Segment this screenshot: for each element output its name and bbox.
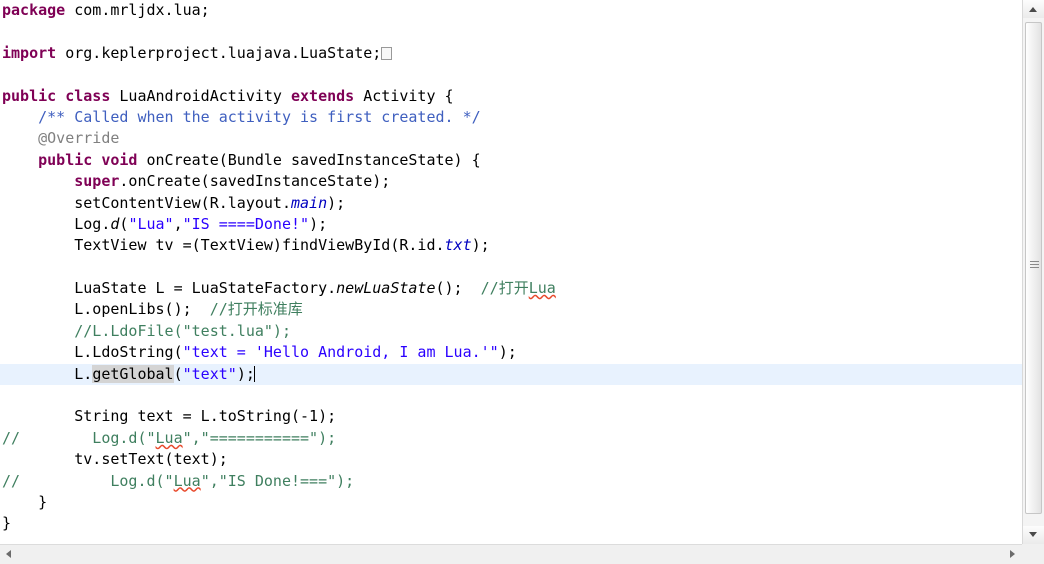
code-token: // Log.d("	[2, 428, 156, 447]
scroll-down-arrow-icon[interactable]	[1023, 526, 1044, 544]
code-token: );	[236, 364, 255, 383]
code-line[interactable]: public void onCreate(Bundle savedInstanc…	[0, 150, 1022, 171]
code-token: tv.setText(text);	[2, 450, 228, 469]
code-token: /** Called when the activity is first cr…	[2, 107, 481, 126]
code-line[interactable]: @Override	[0, 128, 1022, 149]
code-line[interactable]: //L.LdoFile("test.lua");	[0, 321, 1022, 342]
code-line[interactable]: }	[0, 492, 1022, 513]
code-token: package	[2, 1, 75, 19]
code-token: // Log.d("	[2, 471, 174, 490]
code-token: .onCreate(savedInstanceState);	[119, 172, 391, 191]
code-token: (	[173, 364, 183, 383]
code-token: L.	[2, 364, 93, 383]
code-token: Activity {	[363, 86, 454, 105]
scrollbar-corner	[1022, 544, 1044, 564]
code-token: ,	[173, 214, 183, 233]
code-token: );	[327, 193, 346, 212]
code-token: com.mrljdx.lua;	[74, 1, 210, 19]
code-token: TextView tv =(TextView)findViewById(R.id…	[2, 236, 445, 255]
code-line[interactable]: Log.d("Lua","IS ====Done!");	[0, 214, 1022, 235]
code-line[interactable]: L.getGlobal("text");	[0, 363, 1022, 386]
code-token: ","===========");	[182, 428, 337, 447]
code-line[interactable]: L.openLibs(); //打开标准库	[0, 299, 1022, 320]
code-token: super	[74, 172, 120, 191]
folded-code-placeholder[interactable]	[381, 46, 393, 60]
code-line[interactable]: /** Called when the activity is first cr…	[0, 107, 1022, 128]
vertical-scroll-thumb[interactable]	[1025, 22, 1042, 514]
code-token: );	[309, 214, 328, 233]
code-line[interactable]: // Log.d("Lua","IS Done!===");	[0, 471, 1022, 492]
horizontal-scrollbar[interactable]	[0, 544, 1044, 564]
code-token: setContentView(R.layout.	[2, 193, 291, 212]
code-line[interactable]: import org.keplerproject.luajava.LuaStat…	[0, 43, 1022, 64]
code-line[interactable]: String text = L.toString(-1);	[0, 406, 1022, 427]
code-line[interactable]: setContentView(R.layout.main);	[0, 193, 1022, 214]
spellcheck-word: Lua	[173, 471, 201, 490]
code-token: txt	[444, 236, 472, 255]
code-token: //L.LdoFile("test.lua");	[2, 321, 291, 340]
code-token: ","IS Done!===");	[200, 471, 355, 490]
code-token: }	[2, 514, 12, 533]
code-token: org.keplerproject.luajava.LuaState;	[65, 43, 382, 62]
code-token: String text = L.toString(-1);	[2, 407, 337, 426]
code-token: ();	[435, 279, 481, 298]
code-line[interactable]	[0, 64, 1022, 85]
code-line[interactable]	[0, 257, 1022, 278]
spellcheck-word: Lua	[528, 279, 556, 298]
code-token: onCreate(Bundle savedInstanceState) {	[146, 150, 481, 169]
code-token: LuaAndroidActivity	[119, 86, 291, 105]
code-line[interactable]: L.LdoString("text = 'Hello Android, I am…	[0, 342, 1022, 363]
code-line[interactable]: TextView tv =(TextView)findViewById(R.id…	[0, 235, 1022, 256]
code-line[interactable]: // Log.d("Lua","===========");	[0, 428, 1022, 449]
code-line[interactable]	[0, 385, 1022, 406]
code-token: "Lua"	[128, 214, 174, 233]
code-line[interactable]	[0, 21, 1022, 42]
code-token: );	[498, 343, 517, 362]
code-token: public void	[38, 150, 147, 169]
code-line[interactable]: public class LuaAndroidActivity extends …	[0, 86, 1022, 107]
scroll-up-arrow-icon[interactable]	[1023, 0, 1044, 18]
code-token: newLuaState	[336, 279, 436, 298]
code-line[interactable]: LuaState L = LuaStateFactory.newLuaState…	[0, 278, 1022, 299]
code-editor-window: package com.mrljdx.lua; import org.keple…	[0, 0, 1044, 564]
code-token: //打开标准库	[209, 300, 303, 319]
code-token: main	[290, 193, 328, 212]
code-token: L.openLibs();	[2, 300, 210, 319]
code-token: Log.	[2, 214, 111, 233]
code-line[interactable]: }	[0, 513, 1022, 534]
code-token: import	[2, 43, 66, 62]
code-line[interactable]: super.onCreate(savedInstanceState);	[0, 171, 1022, 192]
code-token: }	[2, 492, 48, 511]
code-token: extends	[291, 86, 364, 105]
code-token: );	[471, 236, 490, 255]
code-line[interactable]: tv.setText(text);	[0, 449, 1022, 470]
text-caret	[253, 365, 255, 382]
scroll-left-arrow-icon[interactable]	[0, 545, 18, 564]
code-text-area[interactable]: package com.mrljdx.lua; import org.keple…	[0, 0, 1022, 544]
code-token: LuaState L = LuaStateFactory.	[2, 279, 337, 298]
code-token: @Override	[2, 129, 120, 148]
code-token: "IS ====Done!"	[182, 214, 310, 233]
scroll-thumb-grip-icon	[1030, 261, 1039, 272]
spellcheck-word: Lua	[155, 428, 183, 447]
scroll-right-arrow-icon[interactable]	[1004, 545, 1022, 564]
occurrence-highlight: getGlobal	[92, 364, 174, 383]
code-token: L.LdoString(	[2, 343, 183, 362]
code-token: //打开	[480, 279, 529, 298]
code-line[interactable]: package com.mrljdx.lua;	[0, 0, 1022, 21]
code-token: public class	[2, 86, 120, 105]
vertical-scrollbar[interactable]	[1022, 0, 1044, 544]
code-token: "text = 'Hello Android, I am Lua.'"	[182, 343, 499, 362]
code-token: "text"	[182, 364, 237, 383]
